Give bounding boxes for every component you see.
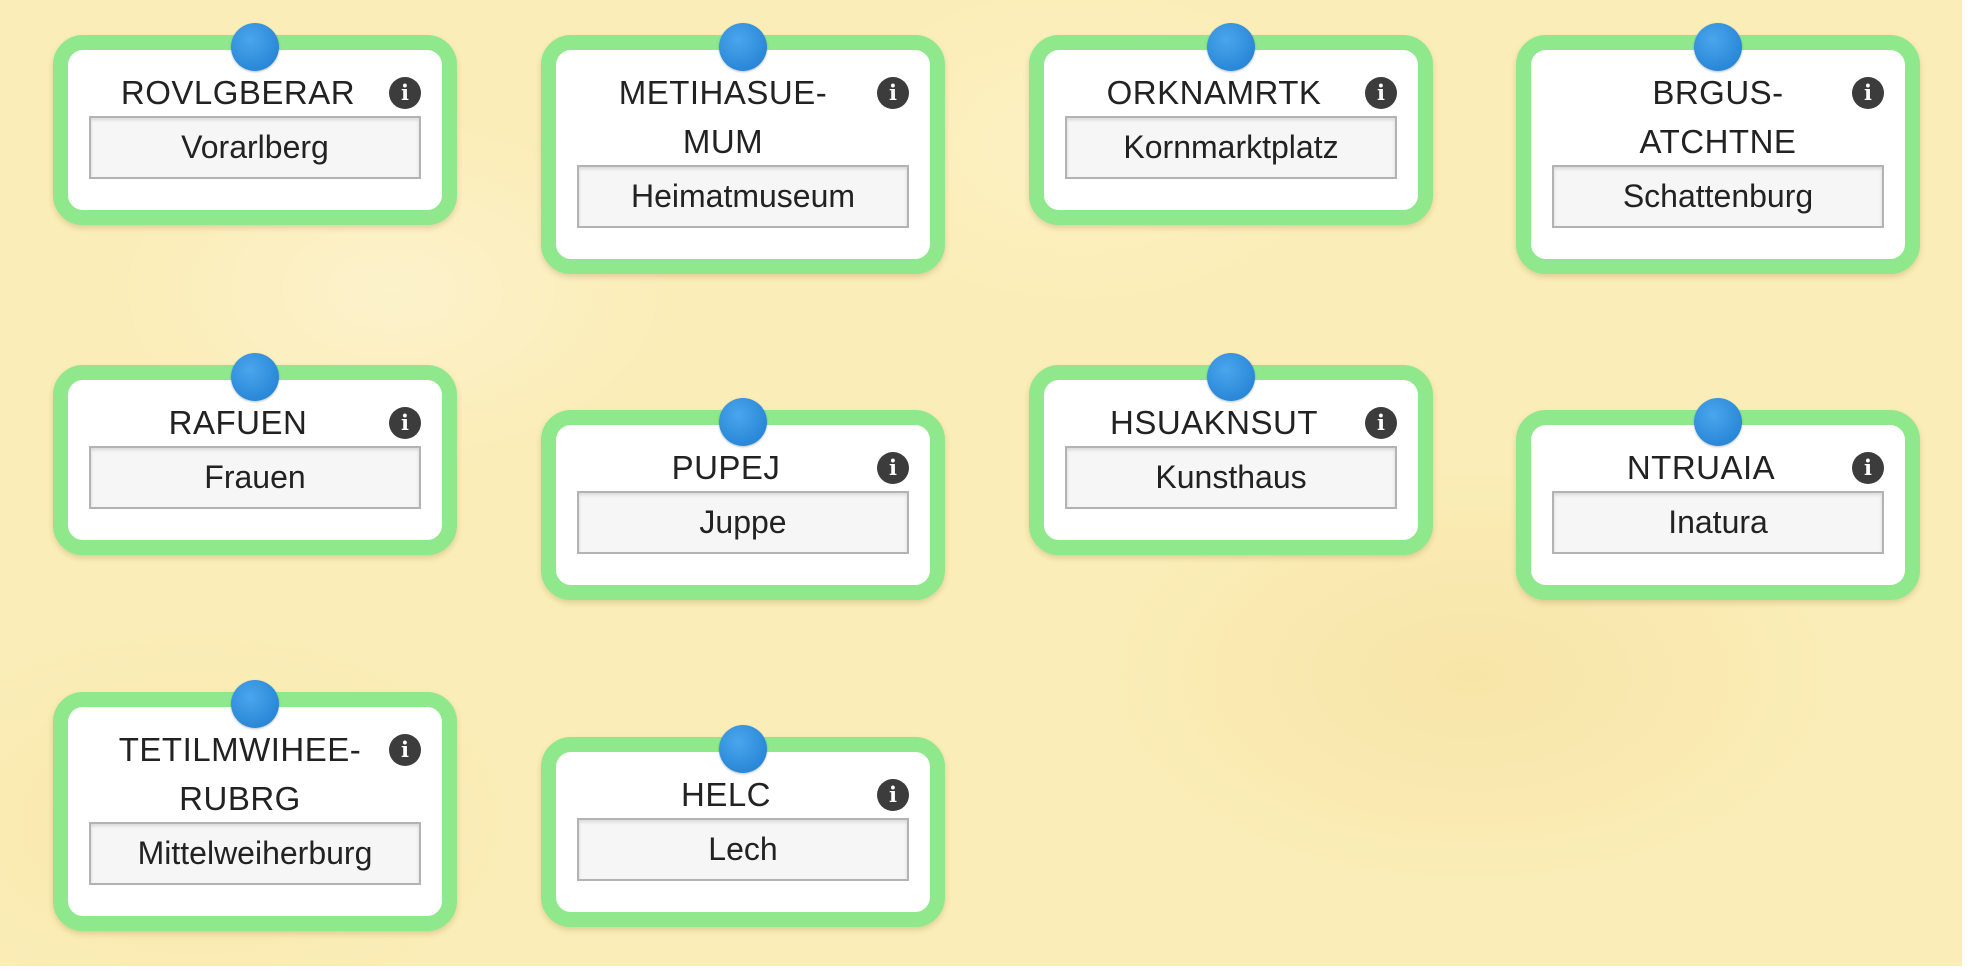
answer-field[interactable]: Frauen: [89, 446, 421, 509]
word-card[interactable]: ORKNAMRTK i Kornmarktplatz: [1029, 23, 1433, 225]
card-header: METIHASUE-MUM i: [556, 50, 930, 160]
info-icon[interactable]: i: [1852, 77, 1884, 109]
answer-field[interactable]: Heimatmuseum: [577, 165, 909, 228]
card-header: ORKNAMRTK i: [1044, 50, 1418, 111]
word-card[interactable]: TETILMWIHEE-RUBRG i Mittelweiherburg: [53, 680, 457, 931]
scrambled-word: ROVLGBERAR: [120, 74, 356, 111]
word-card[interactable]: NTRUAIA i Inatura: [1516, 398, 1920, 600]
card-header: HSUAKNSUT i: [1044, 380, 1418, 441]
scrambled-word: BRGUS-ATCHTNE: [1639, 74, 1797, 160]
info-icon[interactable]: i: [1365, 407, 1397, 439]
answer-field[interactable]: Kunsthaus: [1065, 446, 1397, 509]
info-icon[interactable]: i: [1365, 77, 1397, 109]
answer-field[interactable]: Juppe: [577, 491, 909, 554]
word-card[interactable]: HELC i Lech: [541, 725, 945, 927]
card-header: HELC i: [556, 752, 930, 813]
word-card[interactable]: PUPEJ i Juppe: [541, 398, 945, 600]
answer-field[interactable]: Lech: [577, 818, 909, 881]
scrambled-word: HSUAKNSUT: [1109, 404, 1319, 441]
card-header: RAFUEN i: [68, 380, 442, 441]
card-header: BRGUS-ATCHTNE i: [1531, 50, 1905, 160]
puzzle-board: ROVLGBERAR i Vorarlberg METIHASUE-MUM i …: [0, 0, 1962, 966]
answer-field[interactable]: Vorarlberg: [89, 116, 421, 179]
word-card[interactable]: RAFUEN i Frauen: [53, 353, 457, 555]
card-header: PUPEJ i: [556, 425, 930, 486]
word-card[interactable]: BRGUS-ATCHTNE i Schattenburg: [1516, 23, 1920, 274]
scrambled-word: METIHASUE-MUM: [618, 74, 828, 160]
scrambled-word: PUPEJ: [671, 449, 781, 486]
scrambled-word: HELC: [680, 776, 772, 813]
card-header: NTRUAIA i: [1531, 425, 1905, 486]
answer-field[interactable]: Mittelweiherburg: [89, 822, 421, 885]
answer-field[interactable]: Schattenburg: [1552, 165, 1884, 228]
info-icon[interactable]: i: [389, 77, 421, 109]
info-icon[interactable]: i: [877, 77, 909, 109]
answer-field[interactable]: Inatura: [1552, 491, 1884, 554]
scrambled-word: RAFUEN: [168, 404, 308, 441]
info-icon[interactable]: i: [389, 407, 421, 439]
info-icon[interactable]: i: [389, 734, 421, 766]
card-header: ROVLGBERAR i: [68, 50, 442, 111]
word-card[interactable]: HSUAKNSUT i Kunsthaus: [1029, 353, 1433, 555]
info-icon[interactable]: i: [877, 452, 909, 484]
card-header: TETILMWIHEE-RUBRG i: [68, 707, 442, 817]
scrambled-word: TETILMWIHEE-RUBRG: [118, 731, 362, 817]
scrambled-word: NTRUAIA: [1626, 449, 1776, 486]
scrambled-word: ORKNAMRTK: [1106, 74, 1322, 111]
info-icon[interactable]: i: [1852, 452, 1884, 484]
answer-field[interactable]: Kornmarktplatz: [1065, 116, 1397, 179]
info-icon[interactable]: i: [877, 779, 909, 811]
word-card[interactable]: ROVLGBERAR i Vorarlberg: [53, 23, 457, 225]
word-card[interactable]: METIHASUE-MUM i Heimatmuseum: [541, 23, 945, 274]
